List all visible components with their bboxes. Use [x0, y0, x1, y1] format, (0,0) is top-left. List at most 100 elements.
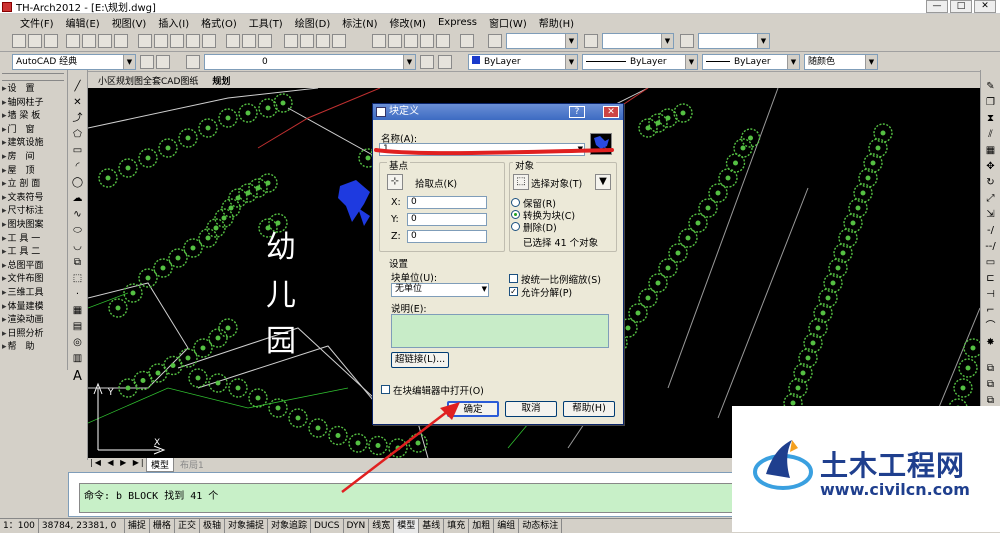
description-textarea[interactable] [391, 314, 609, 348]
layer-previous-icon[interactable] [438, 55, 452, 69]
status-toggle-osnap[interactable]: 对象捕捉 [225, 518, 268, 533]
tab-nav-arrows[interactable]: |◀ ◀ ▶ ▶| [90, 458, 146, 467]
close-button[interactable]: ✕ [974, 0, 996, 13]
draworder-back-icon[interactable]: ⧉ [984, 378, 997, 391]
menu-insert[interactable]: 插入(I) [152, 15, 195, 30]
doc-tab-all-drawings[interactable]: 小区规划图全套CAD图纸 [98, 74, 198, 87]
array-icon[interactable]: ▦ [984, 144, 997, 157]
copy-object-icon[interactable]: ❐ [984, 96, 997, 109]
table-style-icon[interactable] [680, 34, 694, 48]
new-icon[interactable] [12, 34, 26, 48]
properties-icon[interactable] [372, 34, 386, 48]
extend-icon[interactable]: --/ [984, 240, 997, 253]
line-icon[interactable]: ╱ [71, 80, 84, 93]
linetype-combo[interactable]: ByLayer ▼ [582, 54, 698, 70]
workspace-save-icon[interactable] [156, 55, 170, 69]
gradient-icon[interactable]: ▤ [71, 320, 84, 333]
scale-icon[interactable]: ⤢ [984, 192, 997, 205]
menu-edit[interactable]: 编辑(E) [60, 15, 106, 30]
minimize-button[interactable]: — [926, 0, 948, 13]
print-icon[interactable] [66, 34, 80, 48]
undo-list-icon[interactable] [242, 34, 256, 48]
status-toggle-grid[interactable]: 栅格 [150, 518, 175, 533]
pick-point-button[interactable]: 拾取点(K) [415, 176, 457, 190]
zoom-realtime-icon[interactable] [300, 34, 314, 48]
status-toggle-lwt[interactable]: 线宽 [369, 518, 395, 533]
delete-radio[interactable] [511, 222, 520, 231]
save-icon[interactable] [44, 34, 58, 48]
tarch-menu-item[interactable]: ▸立 剖 面 [2, 178, 64, 190]
status-toggle-fill[interactable]: 填充 [444, 518, 470, 533]
fillet-icon[interactable]: ⌒ [984, 320, 997, 333]
stretch-icon[interactable]: ⇲ [984, 208, 997, 221]
dialog-close-button[interactable]: ✕ [603, 106, 619, 118]
open-icon[interactable] [28, 34, 42, 48]
cut-icon[interactable] [138, 34, 152, 48]
doc-tab-planning[interactable]: 规划 [212, 74, 230, 87]
tarch-menu-item[interactable]: ▸墙 梁 板 [2, 110, 64, 122]
tarch-menu-item[interactable]: ▸工 具 二 [2, 246, 64, 258]
ellipse-icon[interactable]: ⬭ [71, 224, 84, 237]
menu-view[interactable]: 视图(V) [106, 15, 153, 30]
menu-modify[interactable]: 修改(M) [384, 15, 432, 30]
offset-icon[interactable]: ⫽ [984, 128, 997, 141]
tarch-menu-item[interactable]: ▸房 间 [2, 151, 64, 163]
tarch-menu-item[interactable]: ▸渲染动画 [2, 314, 64, 326]
construction-line-icon[interactable]: ✕ [71, 96, 84, 109]
base-x-field[interactable]: 0 [407, 196, 487, 209]
workspace-combo[interactable]: AutoCAD 经典 ▼ [12, 54, 136, 70]
menu-dimension[interactable]: 标注(N) [336, 15, 383, 30]
ok-button[interactable]: 确定 [447, 401, 499, 417]
menu-format[interactable]: 格式(O) [195, 15, 243, 30]
scale-readout[interactable]: 1：100 [0, 518, 39, 533]
trim-icon[interactable]: -/ [984, 224, 997, 237]
layer-manager-icon[interactable] [186, 55, 200, 69]
open-in-editor-checkbox[interactable] [381, 385, 390, 394]
lineweight-combo[interactable]: ByLayer ▼ [702, 54, 800, 70]
calculator-icon[interactable] [460, 34, 474, 48]
chevron-down-icon[interactable]: ▼ [578, 144, 583, 155]
plotstyle-combo[interactable]: 随颜色 ▼ [804, 54, 878, 70]
explode-icon[interactable]: ✸ [984, 336, 997, 349]
status-toggle-bold[interactable]: 加粗 [469, 518, 495, 533]
workspace-settings-icon[interactable] [140, 55, 154, 69]
block-name-field[interactable]: 1 ▼ [379, 143, 585, 156]
mirror-icon[interactable]: ⧗ [984, 112, 997, 125]
select-objects-button[interactable]: 选择对象(T) [531, 176, 582, 190]
tarch-menu-item[interactable]: ▸总图平面 [2, 260, 64, 272]
base-z-field[interactable]: 0 [407, 230, 487, 243]
status-toggle-dyn[interactable]: DYN [344, 518, 370, 533]
make-current-layer-icon[interactable] [420, 55, 434, 69]
table-icon[interactable]: ▥ [71, 352, 84, 365]
tarch-menu-item[interactable]: ▸轴网柱子 [2, 97, 64, 109]
menu-draw[interactable]: 绘图(D) [289, 15, 337, 30]
spline-icon[interactable]: ∿ [71, 208, 84, 221]
dimension-icon[interactable] [584, 34, 598, 48]
pick-point-icon[interactable]: ⊹ [387, 174, 403, 190]
text-style-combo[interactable]: ▼ [506, 33, 578, 49]
panel-grip[interactable] [2, 73, 64, 81]
status-toggle-baseline[interactable]: 基线 [419, 518, 445, 533]
undo-icon[interactable] [226, 34, 240, 48]
polyline-icon[interactable]: ⤴ [71, 112, 84, 125]
cancel-button[interactable]: 取消 [505, 401, 557, 417]
rectangle-icon[interactable]: ▭ [71, 144, 84, 157]
base-y-field[interactable]: 0 [407, 213, 487, 226]
redo-icon[interactable] [258, 34, 272, 48]
status-toggle-polar[interactable]: 极轴 [200, 518, 225, 533]
menu-window[interactable]: 窗口(W) [483, 15, 533, 30]
menu-help[interactable]: 帮助(H) [533, 15, 580, 30]
chamfer-icon[interactable]: ⌐ [984, 304, 997, 317]
table-style-combo[interactable]: ▼ [698, 33, 770, 49]
insert-block-icon[interactable]: ⧉ [71, 256, 84, 269]
publish-icon[interactable] [98, 34, 112, 48]
select-objects-icon[interactable]: ⬚ [513, 174, 529, 190]
mtext-icon[interactable]: A [71, 370, 84, 383]
block-unit-select[interactable]: 无单位 ▼ [391, 283, 489, 297]
maximize-button[interactable]: □ [950, 0, 972, 13]
draworder-front-icon[interactable]: ⧉ [984, 362, 997, 375]
retain-radio[interactable] [511, 198, 520, 207]
tarch-menu-item[interactable]: ▸图块图案 [2, 219, 64, 231]
menu-express[interactable]: Express [432, 17, 483, 28]
status-toggle-otrack[interactable]: 对象追踪 [268, 518, 311, 533]
